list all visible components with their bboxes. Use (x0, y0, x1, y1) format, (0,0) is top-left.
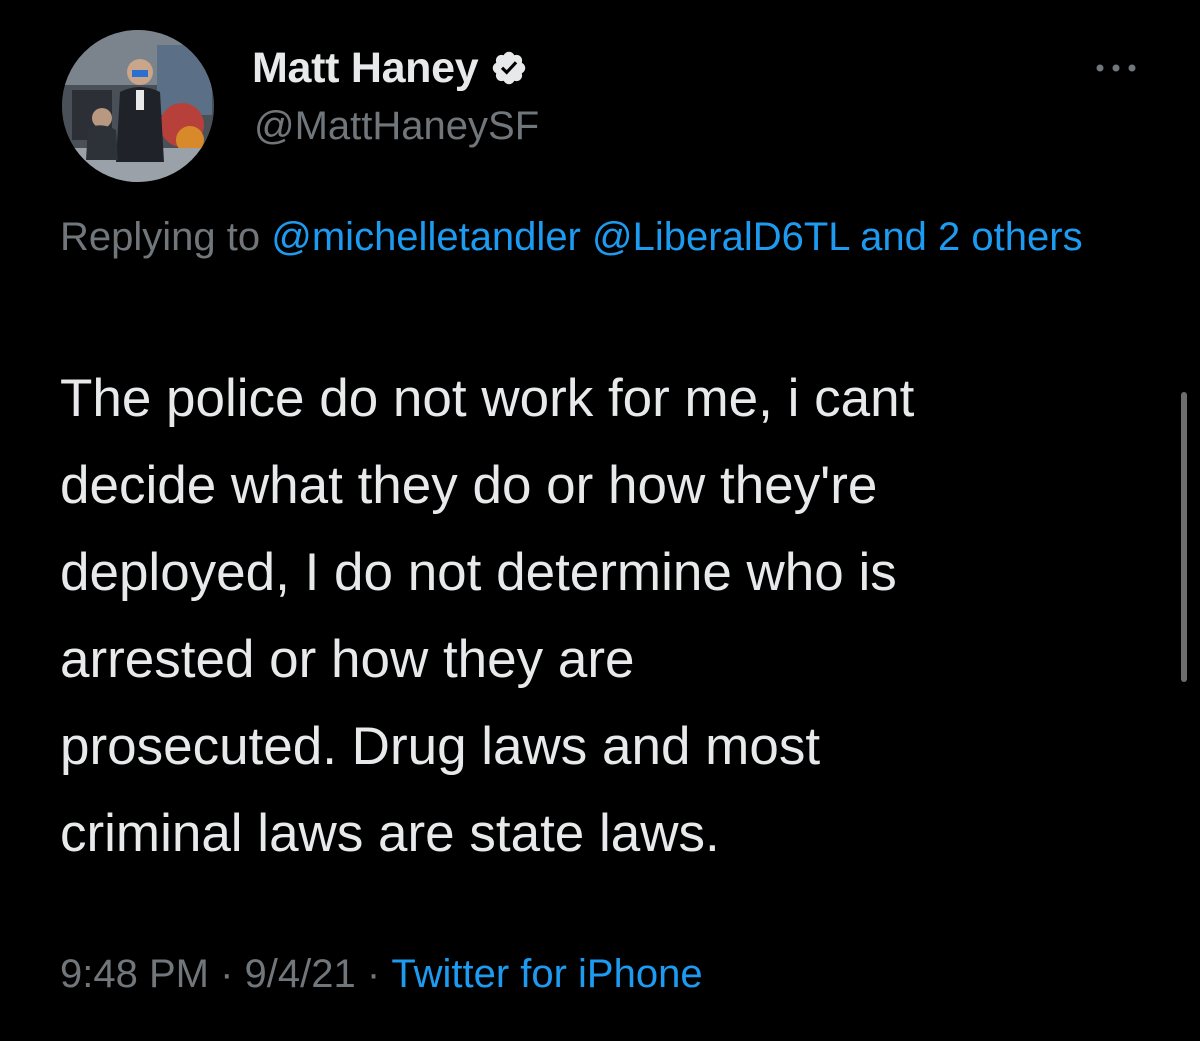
tweet-date[interactable]: 9/4/21 (245, 952, 356, 997)
scrollbar[interactable] (1181, 392, 1187, 682)
more-options-icon[interactable] (1092, 56, 1140, 80)
author-name-row[interactable]: Matt Haney (252, 40, 528, 96)
mention-liberald6tl[interactable]: @LiberalD6TL (592, 215, 849, 259)
reply-prefix: Replying to (60, 215, 261, 259)
verified-badge-icon (493, 51, 526, 85)
avatar-photo (62, 30, 214, 182)
mention-michelletandler[interactable]: @michelletandler (271, 215, 581, 259)
meta-separator: · (220, 952, 234, 996)
author-name[interactable]: Matt Haney (252, 44, 479, 93)
meta-separator: · (366, 952, 381, 996)
reply-others-link[interactable]: 2 others (938, 215, 1083, 259)
tweet-source-link[interactable]: Twitter for iPhone (391, 952, 702, 997)
author-handle[interactable]: @MattHaneySF (254, 104, 539, 149)
reply-conjunction[interactable]: and (860, 215, 927, 259)
tweet-time[interactable]: 9:48 PM (60, 952, 209, 997)
tweet-text: The police do not work for me, i cant de… (60, 369, 915, 863)
tweet-card: Matt Haney @MattHaneySF Replying to @mic… (0, 0, 1200, 1041)
avatar[interactable] (62, 30, 214, 182)
reply-context: Replying to @michelletandler @LiberalD6T… (60, 205, 1140, 270)
tweet-metadata: 9:48 PM · 9/4/21 · Twitter for iPhone (60, 952, 703, 997)
